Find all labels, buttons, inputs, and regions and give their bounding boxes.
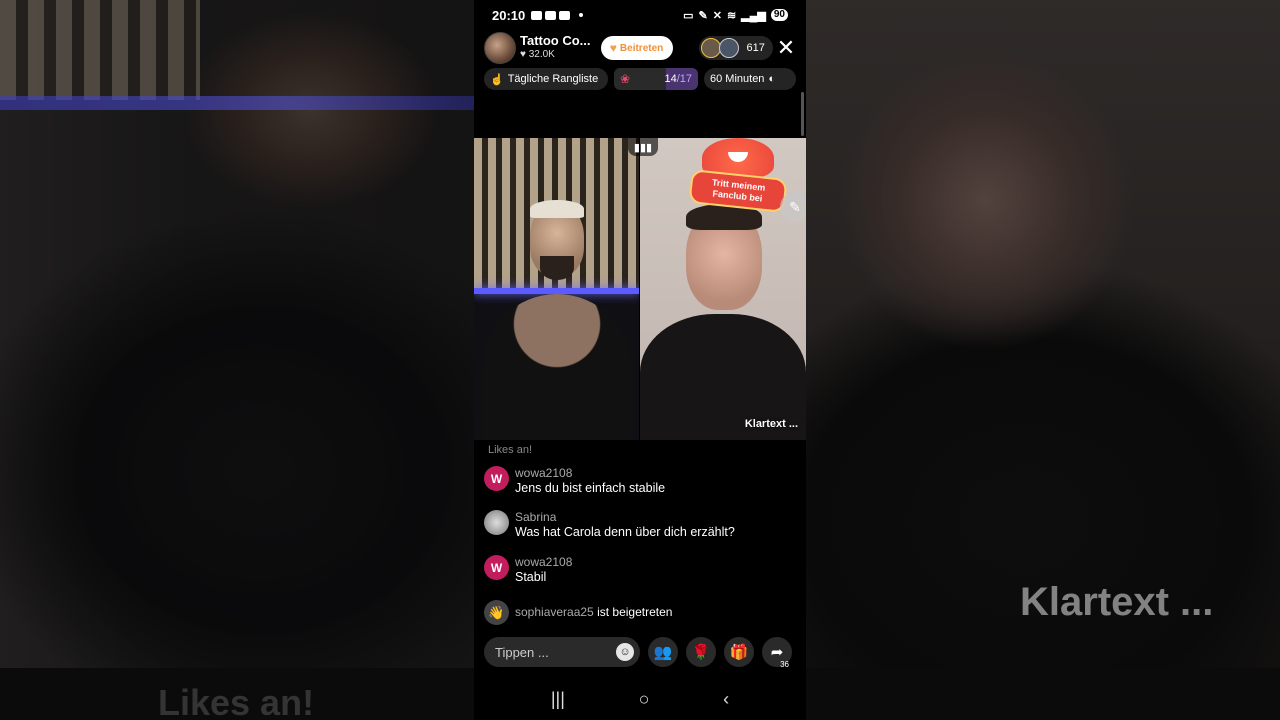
guest-video[interactable]: Tritt meinem Fanclub bei ✎ Klartext ... xyxy=(640,138,806,440)
host-person-torso xyxy=(482,294,632,440)
audio-bars-icon[interactable]: ▮▮▮ xyxy=(628,138,658,156)
viewer-avatar xyxy=(718,38,739,58)
chat-message[interactable]: W wowa2108 Stabil xyxy=(484,555,572,585)
chat-avatar[interactable] xyxy=(484,510,509,535)
chat-username: wowa2108 xyxy=(515,555,573,569)
hand-icon: ☝ xyxy=(490,73,504,86)
rose-gift-icon[interactable]: 🌹 xyxy=(686,637,716,667)
status-time: 20:10 xyxy=(492,7,526,23)
comment-placeholder: Tippen ... xyxy=(495,644,549,660)
chat-message-body: Sabrina Was hat Carola denn über dich er… xyxy=(515,510,735,540)
mute-icon: ✕ xyxy=(712,9,722,22)
join-status: ist beigetreten xyxy=(597,605,673,619)
chat-message[interactable]: W wowa2108 Jens du bist einfach stabile xyxy=(484,466,665,496)
youtube-notification-icon xyxy=(531,10,543,20)
goal-progress-pill[interactable]: ❀ 14/17 xyxy=(614,68,698,90)
host-video[interactable] xyxy=(474,138,639,440)
globe-icon: ◐ xyxy=(768,73,776,85)
scrollbar[interactable] xyxy=(801,92,804,136)
wave-icon: 👋 xyxy=(484,600,509,625)
chat-text: Jens du bist einfach stabile xyxy=(515,481,666,495)
host-person-beard xyxy=(540,256,574,280)
chat-avatar[interactable]: W xyxy=(484,466,509,491)
viewer-list[interactable]: 617 xyxy=(698,36,773,60)
share-icon[interactable]: ➦ 36 xyxy=(762,637,792,669)
chat-avatar[interactable]: W xyxy=(484,555,509,580)
youtube-notification-icon xyxy=(545,10,557,20)
host-info[interactable]: Tattoo Co... ♥ 32.0K xyxy=(520,34,591,62)
goal-total: /17 xyxy=(676,73,692,85)
system-icons: ▭ ✎ ✕ ≋ ▂▄▆ 90 xyxy=(683,9,788,22)
viewer-avatar xyxy=(700,38,721,58)
host-person-hair xyxy=(530,200,584,218)
background-guest-label: Klartext ... xyxy=(1020,580,1214,624)
comment-input[interactable]: Tippen ... ☺ xyxy=(484,637,640,667)
phone-screen: 20:10 ▭ ✎ ✕ ≋ ▂▄▆ 90 Tattoo Co... ♥ 32.0… xyxy=(474,0,806,720)
goal-progress: 14/17 xyxy=(664,73,692,85)
background-blur-right xyxy=(806,0,1280,668)
chat-message[interactable]: Sabrina Was hat Carola denn über dich er… xyxy=(484,510,735,540)
screen: Klartext ... Likes an! 20:10 ▭ ✎ ✕ ≋ ▂▄▆… xyxy=(0,0,1280,720)
background-wood-wall xyxy=(0,0,200,100)
chat-message-body: wowa2108 Jens du bist einfach stabile xyxy=(515,466,665,496)
rose-icon: ❀ xyxy=(620,72,631,86)
more-notifications-icon xyxy=(579,13,584,17)
wifi-icon: ≋ xyxy=(726,9,737,22)
chat-message-body: wowa2108 Stabil xyxy=(515,555,572,585)
live-header: Tattoo Co... ♥ 32.0K ♥ Beitreten 617 ✕ xyxy=(484,32,796,64)
notification-icons xyxy=(531,10,584,20)
close-icon[interactable]: ✕ xyxy=(776,35,796,61)
join-notice: 👋 sophiaveraa25 ist beigetreten xyxy=(484,600,672,625)
gift-icon[interactable]: 🎁 xyxy=(724,637,754,667)
host-avatar[interactable] xyxy=(484,32,516,64)
join-fanclub-button[interactable]: ♥ Beitreten xyxy=(600,36,673,60)
daily-ranking-label: Tägliche Rangliste xyxy=(507,73,599,85)
host-name: Tattoo Co... xyxy=(520,33,591,48)
fanclub-heart-icon: ♥ xyxy=(609,41,617,55)
join-button-label: Beitreten xyxy=(619,42,664,54)
battery-indicator: 90 xyxy=(770,9,788,21)
join-notice-text: sophiaveraa25 ist beigetreten xyxy=(515,605,672,625)
multi-guest-icon[interactable]: 👥 xyxy=(648,637,678,667)
emoji-icon[interactable]: ☺ xyxy=(616,643,634,661)
system-nav-bar: ||| ○ ‹ xyxy=(474,682,806,716)
heart-icon: ♥ xyxy=(520,49,526,60)
timer-pill[interactable]: 60 Minuten ◐ xyxy=(704,68,796,90)
goal-current: 14 xyxy=(664,73,677,85)
background-neon-strip xyxy=(0,96,474,110)
check-notification-icon xyxy=(559,10,571,20)
chat-text: Was hat Carola denn über dich erzählt? xyxy=(515,525,735,539)
pen-icon: ✎ xyxy=(698,9,708,22)
info-ticker: ☝ Tägliche Rangliste ❀ 14/17 60 Minuten … xyxy=(484,68,796,90)
timer-label: 60 Minuten xyxy=(710,73,765,85)
home-icon[interactable]: ○ xyxy=(639,689,650,710)
chat-text: Stabil xyxy=(515,570,547,584)
guest-name[interactable]: Klartext ... xyxy=(745,418,798,430)
viewer-count: 617 xyxy=(746,42,765,54)
chat-list: W wowa2108 Jens du bist einfach stabile … xyxy=(484,444,796,625)
daily-ranking-pill[interactable]: ☝ Tägliche Rangliste xyxy=(484,68,608,90)
status-bar: 20:10 ▭ ✎ ✕ ≋ ▂▄▆ 90 xyxy=(474,0,806,30)
background-chat-label: Likes an! xyxy=(158,682,315,720)
edit-pencil-icon[interactable]: ✎ xyxy=(780,192,806,222)
cast-icon: ▭ xyxy=(683,9,694,22)
chat-username: wowa2108 xyxy=(515,466,573,480)
recent-apps-icon[interactable]: ||| xyxy=(551,689,565,710)
join-username[interactable]: sophiaveraa25 xyxy=(515,605,594,619)
action-bar: Tippen ... ☺ 👥 🌹 🎁 ➦ 36 xyxy=(484,637,796,669)
share-count: 36 xyxy=(780,660,789,669)
host-likes-count: 32.0K xyxy=(528,49,555,60)
signal-icon: ▂▄▆ xyxy=(741,9,766,22)
host-likes: ♥ 32.0K xyxy=(520,48,591,62)
back-icon[interactable]: ‹ xyxy=(723,689,729,710)
chat-username: Sabrina xyxy=(515,510,557,524)
